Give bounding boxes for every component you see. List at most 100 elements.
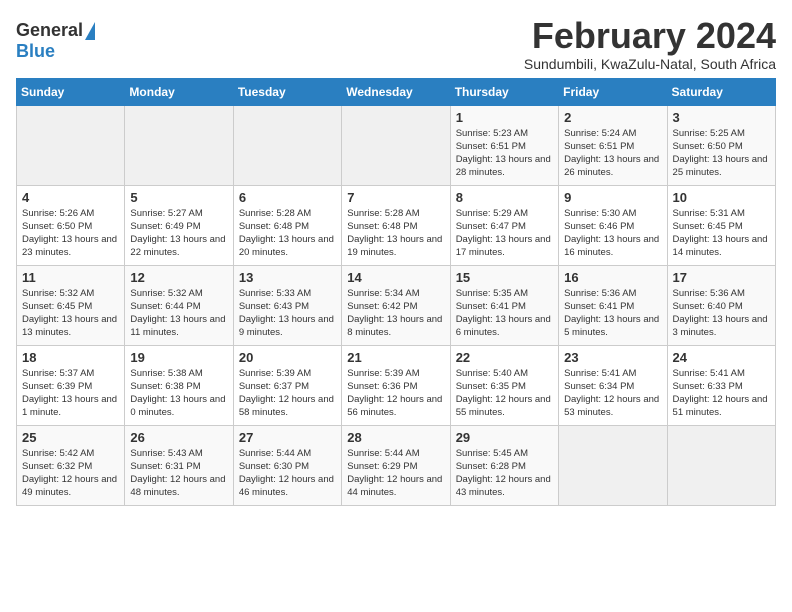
calendar-cell: 24 Sunrise: 5:41 AM Sunset: 6:33 PM Dayli…	[667, 345, 775, 425]
day-number: 14	[347, 270, 444, 285]
day-number: 24	[673, 350, 770, 365]
day-number: 22	[456, 350, 553, 365]
day-info: Sunrise: 5:41 AM Sunset: 6:34 PM Dayligh…	[564, 367, 661, 420]
day-info: Sunrise: 5:23 AM Sunset: 6:51 PM Dayligh…	[456, 127, 553, 180]
day-info: Sunrise: 5:39 AM Sunset: 6:36 PM Dayligh…	[347, 367, 444, 420]
calendar-cell: 5Sunrise: 5:27 AM Sunset: 6:49 PM Daylig…	[125, 185, 233, 265]
day-number: 21	[347, 350, 444, 365]
day-number: 9	[564, 190, 661, 205]
day-number: 16	[564, 270, 661, 285]
day-info: Sunrise: 5:36 AM Sunset: 6:40 PM Dayligh…	[673, 287, 770, 340]
logo: General Blue	[16, 20, 95, 62]
day-info: Sunrise: 5:43 AM Sunset: 6:31 PM Dayligh…	[130, 447, 227, 500]
calendar-cell	[233, 105, 341, 185]
day-info: Sunrise: 5:36 AM Sunset: 6:41 PM Dayligh…	[564, 287, 661, 340]
calendar-cell: 17 Sunrise: 5:36 AM Sunset: 6:40 PM Dayli…	[667, 265, 775, 345]
calendar-cell: 14 Sunrise: 5:34 AM Sunset: 6:42 PM Dayli…	[342, 265, 450, 345]
calendar-header: SundayMondayTuesdayWednesdayThursdayFrid…	[17, 78, 776, 105]
calendar-cell: 12Sunrise: 5:32 AM Sunset: 6:44 PM Dayli…	[125, 265, 233, 345]
day-info: Sunrise: 5:44 AM Sunset: 6:29 PM Dayligh…	[347, 447, 444, 500]
calendar-cell: 6Sunrise: 5:28 AM Sunset: 6:48 PM Daylig…	[233, 185, 341, 265]
logo-blue-text: Blue	[16, 41, 55, 62]
day-number: 29	[456, 430, 553, 445]
day-info: Sunrise: 5:41 AM Sunset: 6:33 PM Dayligh…	[673, 367, 770, 420]
location-subtitle: Sundumbili, KwaZulu-Natal, South Africa	[524, 56, 776, 72]
day-info: Sunrise: 5:35 AM Sunset: 6:41 PM Dayligh…	[456, 287, 553, 340]
day-info: Sunrise: 5:42 AM Sunset: 6:32 PM Dayligh…	[22, 447, 119, 500]
day-header-wednesday: Wednesday	[342, 78, 450, 105]
day-info: Sunrise: 5:25 AM Sunset: 6:50 PM Dayligh…	[673, 127, 770, 180]
day-info: Sunrise: 5:29 AM Sunset: 6:47 PM Dayligh…	[456, 207, 553, 260]
day-number: 11	[22, 270, 119, 285]
day-info: Sunrise: 5:39 AM Sunset: 6:37 PM Dayligh…	[239, 367, 336, 420]
week-row-5: 25 Sunrise: 5:42 AM Sunset: 6:32 PM Dayli…	[17, 425, 776, 505]
calendar-cell: 7 Sunrise: 5:28 AM Sunset: 6:48 PM Daylig…	[342, 185, 450, 265]
calendar-cell	[342, 105, 450, 185]
day-header-saturday: Saturday	[667, 78, 775, 105]
week-row-3: 11 Sunrise: 5:32 AM Sunset: 6:45 PM Dayli…	[17, 265, 776, 345]
calendar-cell: 15 Sunrise: 5:35 AM Sunset: 6:41 PM Dayli…	[450, 265, 558, 345]
title-area: February 2024 Sundumbili, KwaZulu-Natal,…	[524, 16, 776, 72]
calendar-table: SundayMondayTuesdayWednesdayThursdayFrid…	[16, 78, 776, 506]
day-info: Sunrise: 5:34 AM Sunset: 6:42 PM Dayligh…	[347, 287, 444, 340]
calendar-cell: 16 Sunrise: 5:36 AM Sunset: 6:41 PM Dayli…	[559, 265, 667, 345]
calendar-cell: 20 Sunrise: 5:39 AM Sunset: 6:37 PM Dayli…	[233, 345, 341, 425]
calendar-cell: 13Sunrise: 5:33 AM Sunset: 6:43 PM Dayli…	[233, 265, 341, 345]
calendar-cell: 28 Sunrise: 5:44 AM Sunset: 6:29 PM Dayli…	[342, 425, 450, 505]
calendar-cell	[559, 425, 667, 505]
day-number: 13	[239, 270, 336, 285]
calendar-cell: 1 Sunrise: 5:23 AM Sunset: 6:51 PM Daylig…	[450, 105, 558, 185]
day-header-thursday: Thursday	[450, 78, 558, 105]
calendar-cell	[17, 105, 125, 185]
day-number: 4	[22, 190, 119, 205]
day-number: 15	[456, 270, 553, 285]
calendar-cell: 18 Sunrise: 5:37 AM Sunset: 6:39 PM Dayli…	[17, 345, 125, 425]
calendar-cell: 23Sunrise: 5:41 AM Sunset: 6:34 PM Dayli…	[559, 345, 667, 425]
day-number: 2	[564, 110, 661, 125]
day-number: 27	[239, 430, 336, 445]
day-number: 10	[673, 190, 770, 205]
day-info: Sunrise: 5:38 AM Sunset: 6:38 PM Dayligh…	[130, 367, 227, 420]
day-number: 19	[130, 350, 227, 365]
week-row-2: 4Sunrise: 5:26 AM Sunset: 6:50 PM Daylig…	[17, 185, 776, 265]
day-number: 25	[22, 430, 119, 445]
day-info: Sunrise: 5:32 AM Sunset: 6:44 PM Dayligh…	[130, 287, 227, 340]
day-header-sunday: Sunday	[17, 78, 125, 105]
day-number: 8	[456, 190, 553, 205]
day-info: Sunrise: 5:32 AM Sunset: 6:45 PM Dayligh…	[22, 287, 119, 340]
day-header-friday: Friday	[559, 78, 667, 105]
calendar-cell: 19 Sunrise: 5:38 AM Sunset: 6:38 PM Dayli…	[125, 345, 233, 425]
calendar-cell: 26 Sunrise: 5:43 AM Sunset: 6:31 PM Dayli…	[125, 425, 233, 505]
calendar-cell: 21 Sunrise: 5:39 AM Sunset: 6:36 PM Dayli…	[342, 345, 450, 425]
day-info: Sunrise: 5:40 AM Sunset: 6:35 PM Dayligh…	[456, 367, 553, 420]
day-info: Sunrise: 5:27 AM Sunset: 6:49 PM Dayligh…	[130, 207, 227, 260]
calendar-cell	[667, 425, 775, 505]
day-number: 1	[456, 110, 553, 125]
day-info: Sunrise: 5:28 AM Sunset: 6:48 PM Dayligh…	[347, 207, 444, 260]
day-info: Sunrise: 5:28 AM Sunset: 6:48 PM Dayligh…	[239, 207, 336, 260]
day-info: Sunrise: 5:44 AM Sunset: 6:30 PM Dayligh…	[239, 447, 336, 500]
day-number: 7	[347, 190, 444, 205]
days-of-week-row: SundayMondayTuesdayWednesdayThursdayFrid…	[17, 78, 776, 105]
day-number: 20	[239, 350, 336, 365]
day-info: Sunrise: 5:37 AM Sunset: 6:39 PM Dayligh…	[22, 367, 119, 420]
logo-triangle-icon	[85, 22, 95, 40]
calendar-cell	[125, 105, 233, 185]
day-info: Sunrise: 5:31 AM Sunset: 6:45 PM Dayligh…	[673, 207, 770, 260]
day-number: 18	[22, 350, 119, 365]
calendar-cell: 4Sunrise: 5:26 AM Sunset: 6:50 PM Daylig…	[17, 185, 125, 265]
day-number: 3	[673, 110, 770, 125]
calendar-cell: 22 Sunrise: 5:40 AM Sunset: 6:35 PM Dayli…	[450, 345, 558, 425]
month-title: February 2024	[524, 16, 776, 56]
logo-general-text: General	[16, 20, 83, 41]
calendar-cell: 29 Sunrise: 5:45 AM Sunset: 6:28 PM Dayli…	[450, 425, 558, 505]
calendar-cell: 2Sunrise: 5:24 AM Sunset: 6:51 PM Daylig…	[559, 105, 667, 185]
day-header-monday: Monday	[125, 78, 233, 105]
day-number: 26	[130, 430, 227, 445]
day-info: Sunrise: 5:45 AM Sunset: 6:28 PM Dayligh…	[456, 447, 553, 500]
day-info: Sunrise: 5:30 AM Sunset: 6:46 PM Dayligh…	[564, 207, 661, 260]
day-number: 28	[347, 430, 444, 445]
calendar-cell: 9 Sunrise: 5:30 AM Sunset: 6:46 PM Daylig…	[559, 185, 667, 265]
calendar-cell: 3 Sunrise: 5:25 AM Sunset: 6:50 PM Daylig…	[667, 105, 775, 185]
day-number: 17	[673, 270, 770, 285]
